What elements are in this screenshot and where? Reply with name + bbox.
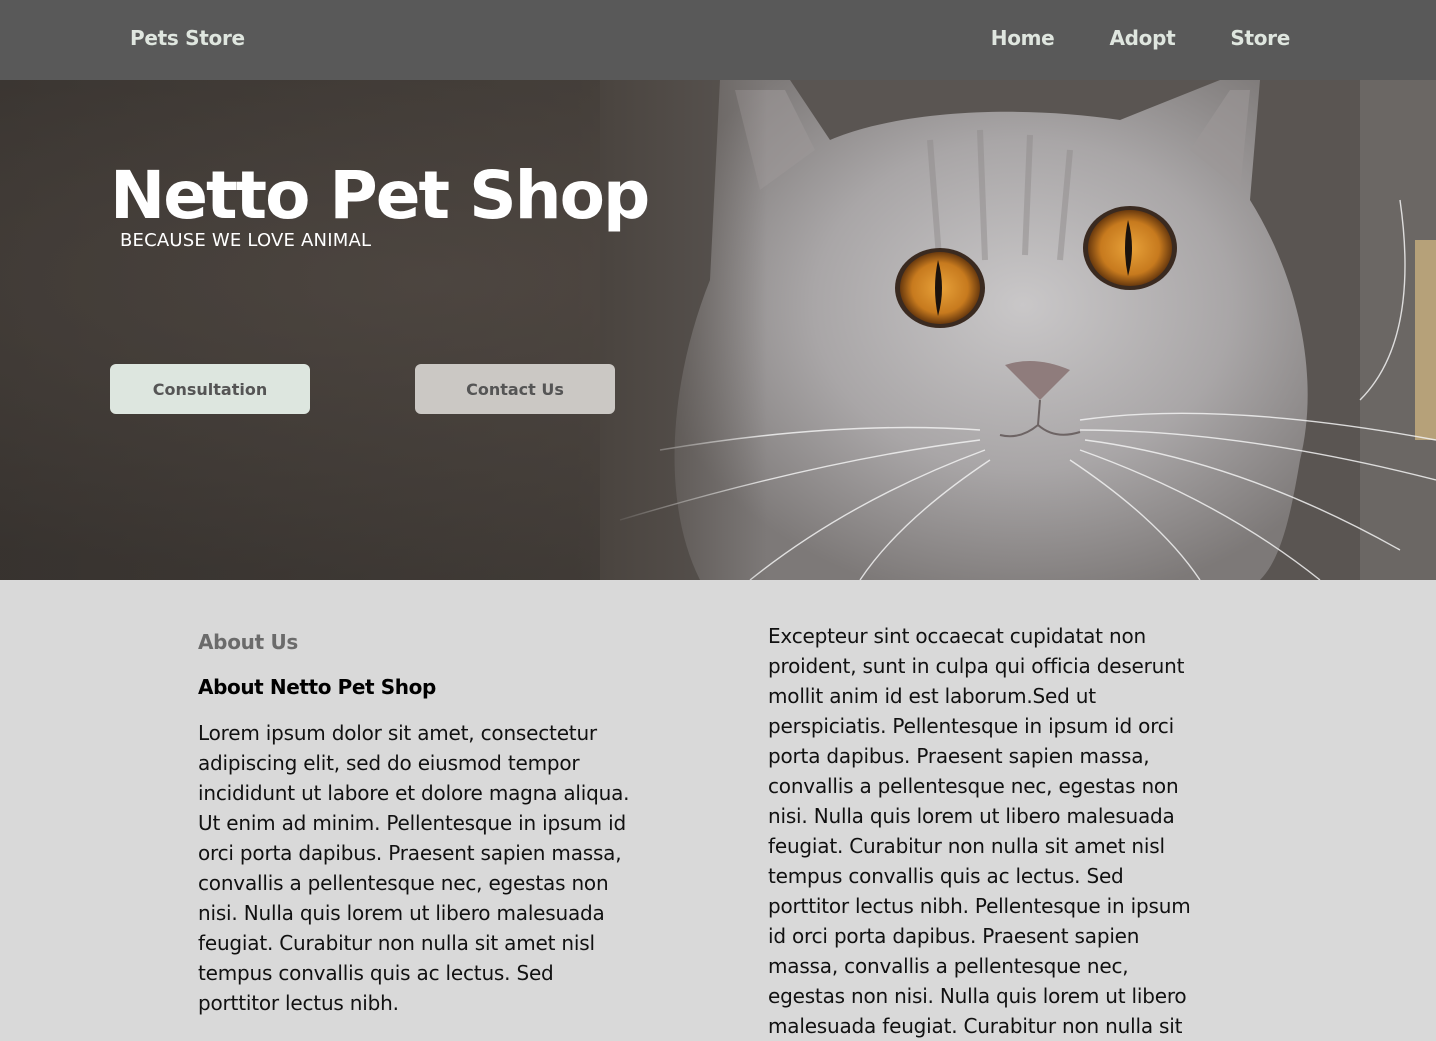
brand-logo[interactable]: Pets Store bbox=[130, 26, 245, 50]
hero-banner: Netto Pet Shop BECAUSE WE LOVE ANIMAL Co… bbox=[0, 80, 1436, 580]
nav-links: Home Adopt Store bbox=[991, 26, 1291, 50]
nav-link-store[interactable]: Store bbox=[1230, 26, 1290, 50]
about-heading: About Netto Pet Shop bbox=[198, 675, 436, 699]
consultation-button[interactable]: Consultation bbox=[110, 364, 310, 414]
cat-photo-icon bbox=[600, 80, 1436, 580]
hero-subtitle: BECAUSE WE LOVE ANIMAL bbox=[120, 230, 372, 251]
contact-us-button[interactable]: Contact Us bbox=[415, 364, 615, 414]
about-label: About Us bbox=[198, 630, 299, 654]
about-right-paragraph: Excepteur sint occaecat cupidatat non pr… bbox=[768, 624, 1191, 1038]
nav-link-home[interactable]: Home bbox=[991, 26, 1055, 50]
navbar: Pets Store Home Adopt Store bbox=[0, 0, 1436, 80]
about-left-paragraph: Lorem ipsum dolor sit amet, consectetur … bbox=[198, 721, 630, 1015]
nav-link-adopt[interactable]: Adopt bbox=[1109, 26, 1175, 50]
hero-title: Netto Pet Shop bbox=[110, 157, 650, 234]
